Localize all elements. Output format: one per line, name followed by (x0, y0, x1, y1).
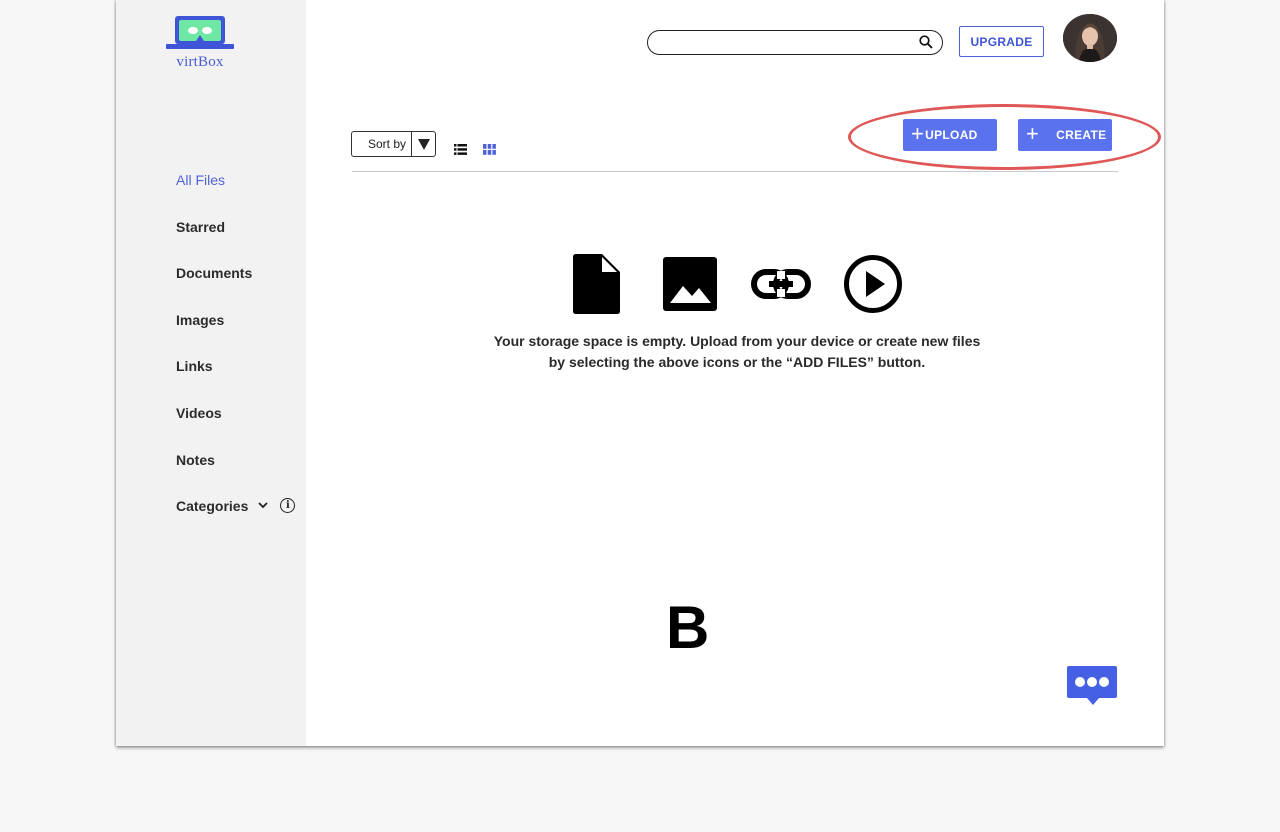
sort-by-dropdown[interactable]: Sort by (351, 131, 436, 157)
info-icon[interactable]: i (280, 498, 296, 514)
sidebar-item-label: Links (176, 358, 213, 375)
highlight-annotation (848, 104, 1161, 170)
upgrade-button[interactable]: UPGRADE (959, 26, 1044, 57)
list-view-icon[interactable] (454, 142, 467, 160)
logo[interactable]: virtBox (166, 16, 234, 71)
toolbar-divider (352, 171, 1118, 172)
create-button-label: CREATE (1056, 128, 1107, 142)
plus-icon: + (911, 121, 925, 146)
sidebar-item-label: Documents (176, 265, 253, 282)
sidebar-item-label: Images (176, 311, 225, 328)
app-window: virtBox All Files Starred Documents Imag… (116, 0, 1164, 746)
upload-button-label: UPLOAD (925, 128, 978, 142)
document-icon[interactable] (573, 254, 621, 319)
sidebar-item-label: Starred (176, 218, 226, 235)
image-icon[interactable] (663, 257, 717, 316)
sidebar-item-label: Notes (176, 451, 215, 468)
sidebar-item-images[interactable]: Images (176, 312, 295, 359)
empty-state-message: Your storage space is empty. Upload from… (462, 331, 1012, 373)
chevron-down-icon[interactable] (258, 500, 268, 512)
sidebar-item-notes[interactable]: Notes (176, 452, 295, 499)
grid-view-icon[interactable] (483, 142, 496, 160)
link-icon[interactable] (751, 267, 811, 306)
search-bar[interactable] (647, 30, 943, 55)
plus-icon: + (1026, 121, 1040, 146)
sidebar-item-documents[interactable]: Documents (176, 265, 295, 312)
sidebar-item-label: Videos (176, 404, 222, 421)
sidebar-item-videos[interactable]: Videos (176, 405, 295, 452)
search-input[interactable] (658, 33, 912, 53)
sidebar-nav: All Files Starred Documents Images Links… (176, 172, 296, 545)
sidebar-item-starred[interactable]: Starred (176, 219, 295, 266)
sidebar-item-label: Categories (176, 498, 249, 515)
play-icon[interactable] (843, 254, 903, 319)
app-name: virtBox (176, 54, 224, 70)
dropdown-triangle-icon[interactable] (411, 132, 435, 156)
avatar-photo (1063, 14, 1117, 62)
empty-state-line-2: by selecting the above icons or the “ADD… (548, 354, 926, 370)
sidebar-item-all-files[interactable]: All Files (176, 172, 295, 219)
avatar[interactable] (1063, 14, 1117, 62)
sidebar-item-categories[interactable]: Categories i (176, 498, 296, 545)
sidebar-item-label: All Files (176, 172, 226, 188)
empty-state-line-1: Your storage space is empty. Upload from… (493, 333, 981, 349)
upload-button[interactable]: + UPLOAD (903, 119, 997, 151)
sort-by-label: Sort by (368, 137, 407, 151)
annotation-letter: B (666, 594, 710, 661)
virtbox-logo-icon (166, 16, 234, 49)
chat-bubble-icon[interactable] (1067, 666, 1117, 711)
create-button[interactable]: + CREATE (1018, 119, 1112, 151)
sidebar-item-links[interactable]: Links (176, 358, 295, 405)
search-icon[interactable] (919, 35, 933, 49)
sidebar: virtBox All Files Starred Documents Imag… (116, 0, 306, 746)
